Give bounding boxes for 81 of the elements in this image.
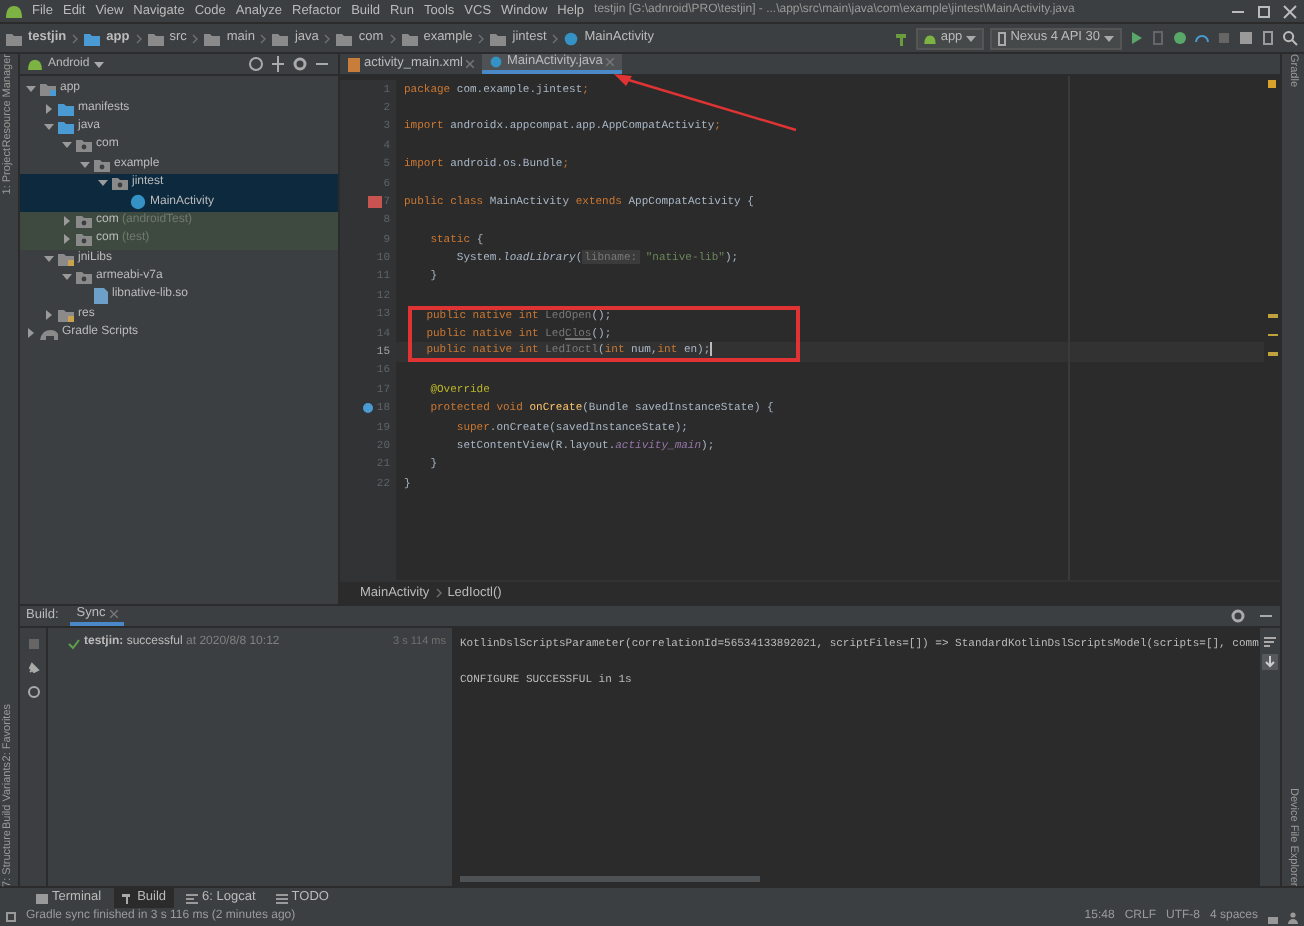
soft-wrap-icon[interactable] xyxy=(1262,634,1278,650)
chevron-icon xyxy=(192,33,199,43)
check-icon xyxy=(68,637,80,649)
class-icon xyxy=(490,56,503,68)
folder-icon xyxy=(6,31,22,45)
folder-icon xyxy=(490,31,507,45)
collapsed-arrow-icon[interactable] xyxy=(44,103,54,114)
phone-icon xyxy=(998,31,1007,45)
folder-icon xyxy=(336,31,353,45)
sdk-manager-icon[interactable] xyxy=(1238,30,1254,46)
chevron-icon xyxy=(135,33,142,43)
package-icon xyxy=(76,232,92,247)
file-icon xyxy=(94,287,108,304)
debug-icon[interactable] xyxy=(1172,30,1188,46)
folder-icon xyxy=(401,31,418,45)
close-tab-icon[interactable] xyxy=(466,60,475,68)
chevron-icon xyxy=(435,588,442,598)
expanded-arrow-icon[interactable] xyxy=(62,272,72,283)
avd-manager-icon[interactable] xyxy=(1260,30,1276,46)
expanded-arrow-icon[interactable] xyxy=(62,140,72,151)
collapsed-arrow-icon[interactable] xyxy=(44,309,54,320)
package-icon xyxy=(76,138,92,153)
layout-file-icon xyxy=(348,57,360,71)
list-icon xyxy=(186,893,199,903)
list-icon xyxy=(275,893,288,903)
horizontal-scrollbar[interactable] xyxy=(460,876,760,882)
chevron-icon xyxy=(72,33,79,43)
package-icon xyxy=(112,176,128,191)
android-logo-icon xyxy=(6,4,22,18)
resource-folder-icon xyxy=(58,307,74,322)
warning-marker[interactable] xyxy=(1267,352,1277,355)
status-toggle-icon[interactable] xyxy=(6,912,16,922)
android-icon xyxy=(28,58,42,70)
profile-icon[interactable] xyxy=(1194,30,1210,46)
close-icon[interactable] xyxy=(1282,3,1298,19)
chevron-icon xyxy=(324,33,331,43)
package-icon xyxy=(76,213,92,228)
resource-folder-icon xyxy=(58,251,74,266)
hammer-icon xyxy=(121,892,134,904)
package-icon xyxy=(76,270,92,285)
folder-icon xyxy=(147,31,164,45)
expanded-arrow-icon[interactable] xyxy=(98,178,108,189)
collapsed-arrow-icon[interactable] xyxy=(62,234,72,245)
module-icon xyxy=(40,82,56,97)
chevron-icon xyxy=(552,33,559,43)
terminal-icon xyxy=(36,893,48,903)
expanded-arrow-icon[interactable] xyxy=(44,121,54,132)
override-gutter-icon[interactable] xyxy=(362,402,375,415)
locate-icon[interactable] xyxy=(248,56,264,72)
class-icon xyxy=(564,31,579,45)
search-icon[interactable] xyxy=(1282,30,1298,46)
collapsed-arrow-icon[interactable] xyxy=(26,328,36,339)
expanded-arrow-icon[interactable] xyxy=(44,253,54,264)
eye-icon[interactable] xyxy=(25,684,41,700)
android-icon xyxy=(924,33,937,43)
scroll-to-end-icon[interactable] xyxy=(1262,654,1278,670)
run-gutter-icon[interactable] xyxy=(367,196,382,209)
chevron-icon xyxy=(389,33,396,43)
caret-icon xyxy=(1104,35,1114,41)
lock-icon[interactable] xyxy=(1268,911,1278,923)
expanded-arrow-icon[interactable] xyxy=(80,159,90,170)
folder-icon xyxy=(272,31,289,45)
caret-icon xyxy=(966,35,977,41)
package-icon xyxy=(94,157,110,172)
class-icon xyxy=(130,194,146,211)
expanded-arrow-icon[interactable] xyxy=(26,84,36,95)
warning-marker[interactable] xyxy=(1267,314,1277,317)
warning-marker[interactable] xyxy=(1267,333,1277,336)
chevron-icon xyxy=(260,33,267,43)
hammer-icon[interactable] xyxy=(894,30,911,46)
close-tab-icon[interactable] xyxy=(109,610,118,618)
folder-icon xyxy=(84,31,101,45)
settings-icon[interactable] xyxy=(1230,608,1246,624)
caret-icon xyxy=(93,61,104,67)
settings-icon[interactable] xyxy=(292,56,308,72)
person-icon[interactable] xyxy=(1288,911,1298,923)
maximize-icon[interactable] xyxy=(1256,3,1272,19)
collapsed-arrow-icon[interactable] xyxy=(62,215,72,226)
chevron-icon xyxy=(478,33,485,43)
run-icon[interactable] xyxy=(1128,30,1144,46)
folder-icon xyxy=(204,31,221,45)
